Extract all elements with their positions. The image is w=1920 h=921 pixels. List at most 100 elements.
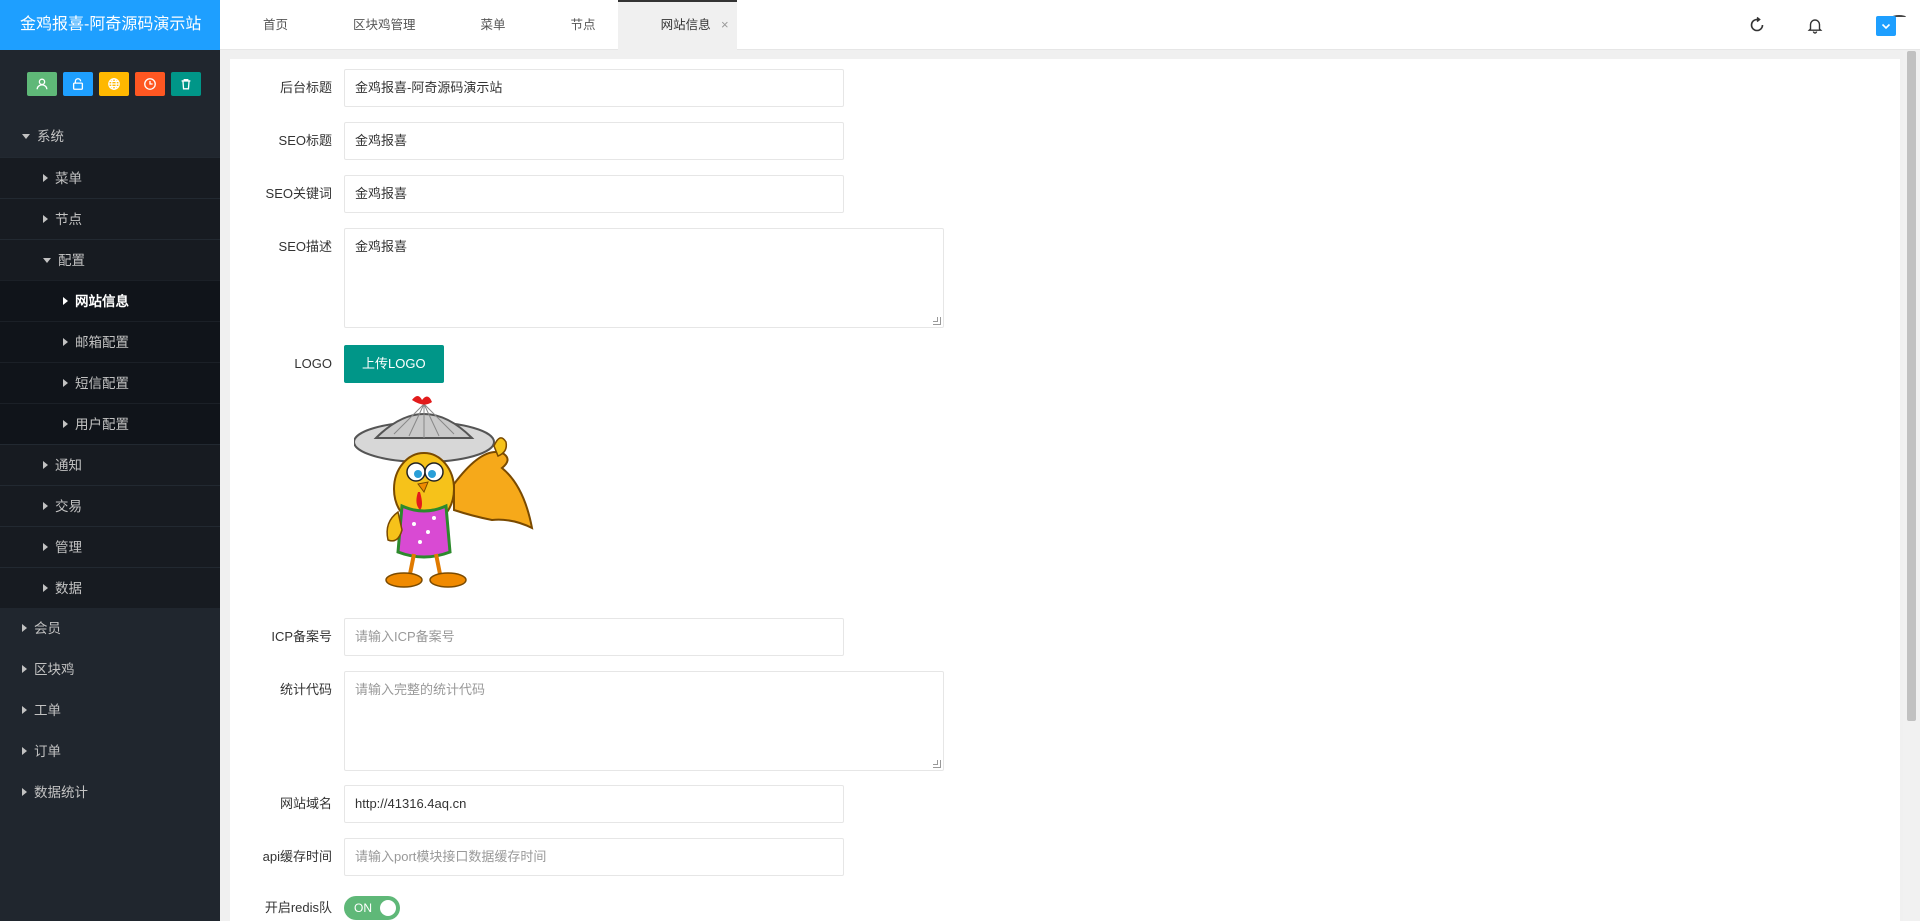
form-row-seo-desc: SEO描述 金鸡报喜 [230,228,944,328]
sidebar-item-notice[interactable]: 通知 [0,444,220,485]
user-icon [36,78,48,90]
form-row-stats-code: 统计代码 请输入完整的统计代码 [230,671,944,771]
tab-node[interactable]: 节点 [528,0,618,50]
admin-title-input[interactable]: 金鸡报喜-阿奇源码演示站 [344,69,844,107]
bell-icon [1807,19,1823,34]
api-cache-label: api缓存时间 [262,849,332,864]
clock-icon [144,78,156,90]
form-row-admin-title: 后台标题 金鸡报喜-阿奇源码演示站 [230,69,844,107]
seo-keywords-label: SEO关键词 [265,186,332,201]
sidebar-item-site-info[interactable]: 网站信息 [0,280,220,321]
chevron-right-icon [43,174,48,183]
site-info-form: 后台标题 金鸡报喜-阿奇源码演示站 SEO标题 金鸡报喜 SEO关键词 金鸡报喜… [230,59,1900,921]
admin-title-label: 后台标题 [279,80,332,95]
chevron-right-icon [43,461,48,470]
form-row-redis: 开启redis队 ON [230,889,400,921]
seo-desc-label: SEO描述 [278,239,332,254]
chevron-right-icon [43,543,48,552]
top-header: 首页 区块鸡管理 菜单 节点 网站信息 × [220,0,1920,50]
sidebar-item-system[interactable]: 系统 [0,116,220,157]
form-row-seo-keywords: SEO关键词 金鸡报喜 [230,175,844,213]
icp-label: ICP备案号 [271,629,332,644]
sidebar-item-member[interactable]: 会员 [0,608,220,649]
upload-logo-button[interactable]: 上传LOGO [344,345,444,383]
refresh-button[interactable] [1737,0,1777,50]
refresh-icon [1750,16,1764,32]
trash-button[interactable] [171,72,201,96]
page-tabs: 首页 区块鸡管理 菜单 节点 网站信息 × [220,0,737,50]
chevron-right-icon [22,706,27,715]
sidebar-item-menu[interactable]: 菜单 [0,157,220,198]
redis-label: 开启redis队 [264,900,332,915]
sidebar-item-stats[interactable]: 数据统计 [0,772,220,813]
logo-label: LOGO [294,356,332,371]
scrollbar[interactable] [1903,51,1920,921]
sidebar-item-ticket[interactable]: 工单 [0,690,220,731]
chevron-right-icon [63,379,68,388]
form-row-seo-title: SEO标题 金鸡报喜 [230,122,844,160]
user-menu[interactable] [1855,0,1920,50]
chevron-down-icon [1881,23,1891,30]
seo-title-input[interactable]: 金鸡报喜 [344,122,844,160]
sidebar-item-node[interactable]: 节点 [0,198,220,239]
chevron-right-icon [22,624,27,633]
clock-button[interactable] [135,72,165,96]
chevron-right-icon [22,747,27,756]
form-row-icp: ICP备案号 请输入ICP备案号 [230,618,844,656]
quick-actions [0,50,220,116]
scrollbar-thumb[interactable] [1907,51,1916,721]
toggle-knob [380,900,396,916]
chevron-right-icon [63,420,68,429]
sidebar-menu: 系统 菜单 节点 配置 网站信息 邮箱配置 短信配置 用户配置 通知 交易 管理… [0,116,220,813]
user-button[interactable] [27,72,57,96]
domain-input[interactable]: http://41316.4aq.cn [344,785,844,823]
api-cache-input[interactable]: 请输入port模块接口数据缓存时间 [344,838,844,876]
domain-label: 网站域名 [279,796,332,811]
notification-button[interactable] [1795,0,1835,50]
sidebar-item-config[interactable]: 配置 [0,239,220,280]
globe-icon [108,78,120,90]
globe-button[interactable] [99,72,129,96]
sidebar-item-mail-config[interactable]: 邮箱配置 [0,321,220,362]
icp-input[interactable]: 请输入ICP备案号 [344,618,844,656]
seo-keywords-input[interactable]: 金鸡报喜 [344,175,844,213]
tab-chicken-manage[interactable]: 区块鸡管理 [310,0,438,50]
sidebar-item-trade[interactable]: 交易 [0,485,220,526]
chevron-down-icon [43,257,51,263]
trash-icon [181,78,191,90]
seo-desc-textarea[interactable]: 金鸡报喜 [344,228,944,328]
sidebar-item-chicken[interactable]: 区块鸡 [0,649,220,690]
tab-menu[interactable]: 菜单 [438,0,528,50]
chevron-right-icon [43,584,48,593]
close-icon[interactable]: × [721,0,729,50]
lock-button[interactable] [63,72,93,96]
chevron-right-icon [63,297,68,306]
sidebar-item-order[interactable]: 订单 [0,731,220,772]
user-dropdown-button[interactable] [1876,16,1896,36]
resize-handle-icon[interactable] [933,760,941,768]
header-tools [1737,0,1920,50]
lock-icon [72,78,84,90]
form-row-domain: 网站域名 http://41316.4aq.cn [230,785,844,823]
seo-title-label: SEO标题 [278,133,332,148]
redis-toggle[interactable]: ON [344,896,400,920]
sidebar-item-user-config[interactable]: 用户配置 [0,403,220,444]
resize-handle-icon[interactable] [933,317,941,325]
sidebar: 金鸡报喜-阿奇源码演示站 系统 菜单 节点 配置 网站信息 邮箱配置 短信配置 … [0,0,220,921]
chevron-right-icon [22,665,27,674]
tab-site-info[interactable]: 网站信息 × [617,0,737,50]
sidebar-item-sms-config[interactable]: 短信配置 [0,362,220,403]
app-title[interactable]: 金鸡报喜-阿奇源码演示站 [0,0,220,50]
form-row-logo: LOGO 上传LOGO [230,345,444,383]
chevron-right-icon [43,215,48,224]
chevron-right-icon [22,788,27,797]
form-row-api-cache: api缓存时间 请输入port模块接口数据缓存时间 [230,838,844,876]
tab-home[interactable]: 首页 [220,0,310,50]
sidebar-item-manage[interactable]: 管理 [0,526,220,567]
chevron-right-icon [43,502,48,511]
main-content: 后台标题 金鸡报喜-阿奇源码演示站 SEO标题 金鸡报喜 SEO关键词 金鸡报喜… [220,51,1900,921]
logo-image [354,396,534,588]
sidebar-item-data[interactable]: 数据 [0,567,220,608]
stats-code-textarea[interactable]: 请输入完整的统计代码 [344,671,944,771]
chevron-down-icon [22,133,30,139]
